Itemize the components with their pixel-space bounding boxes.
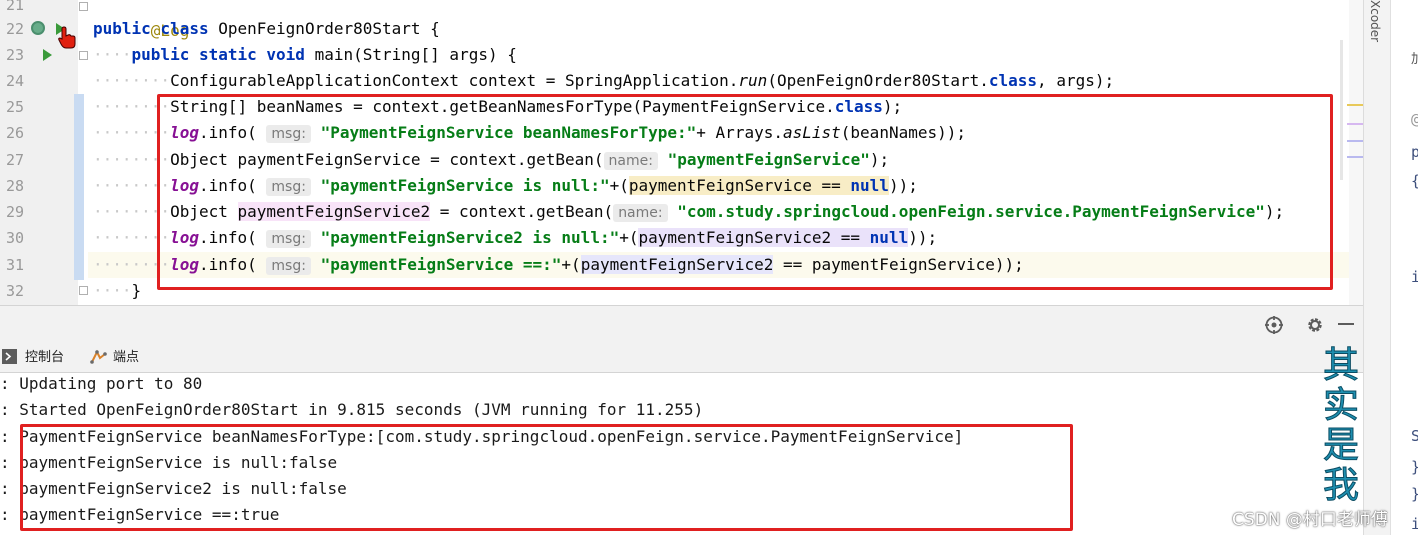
line-number: 25 [5,98,24,116]
edge-text: i [1411,515,1418,533]
endpoints-icon [90,349,107,364]
error-stripe-mark[interactable] [1347,123,1363,125]
debug-gutter-icon[interactable] [31,21,45,35]
method-token: run [738,71,768,90]
tab-label: 端点 [113,350,140,365]
edge-text: { [1411,172,1418,190]
code-line-22: public class OpenFeignOrder80Start { [93,16,440,42]
run-panel-toolbar [0,305,1363,343]
minimize-icon[interactable] [1338,323,1354,325]
editor-scrollbar[interactable] [1349,0,1363,305]
fold-icon[interactable] [79,286,88,295]
line-number: 28 [5,177,24,195]
line-number: 26 [5,124,24,142]
tool-window-label[interactable]: Xcoder [1368,0,1382,42]
code-text: (OpenFeignOrder80Start. [767,71,989,90]
line-number: 24 [5,72,24,90]
edge-text: i [1411,268,1418,286]
keyword-token: public [131,45,190,64]
console-line: : Updating port to 80 [0,374,203,393]
edge-text: p [1411,143,1418,161]
edge-text: S [1411,427,1418,445]
error-stripe-mark[interactable] [1347,140,1363,142]
console-tab-bar: 控制台 端点 [0,343,1363,373]
watermark: CSDN @村口老师傅 [1232,510,1388,530]
vcs-change-marker [74,94,84,280]
code-line-23: ····public static void main(String[] arg… [93,45,517,64]
line-number: 32 [5,282,24,300]
line-number: 31 [5,256,24,274]
edge-text: @ [1411,110,1418,128]
output-annotation-box [20,424,1073,531]
code-text: main(String[] args) { [304,45,517,64]
tab-console[interactable]: 控制台 [2,347,64,369]
console-icon [2,349,17,364]
fold-icon[interactable] [79,51,88,60]
error-stripe-mark[interactable] [1347,156,1363,158]
edge-text: } [1411,485,1418,503]
right-tool-strip: Xcoder [1363,0,1390,535]
code-text: ConfigurableApplicationContext context =… [170,71,739,90]
line-number: 23 [5,46,24,64]
keyword-token: class [160,19,209,38]
gear-icon[interactable] [1305,315,1325,335]
code-line-24: ········ConfigurableApplicationContext c… [93,71,1115,90]
line-number: 29 [5,203,24,221]
keyword-token: class [988,71,1038,90]
decorative-overlay-text: 其实是我 [1323,345,1360,506]
tab-endpoints[interactable]: 端点 [90,347,139,369]
edge-text: } [1411,458,1418,476]
line-number: 27 [5,151,24,169]
code-text: } [131,281,142,300]
editor-scroll-thumb[interactable] [1340,40,1343,180]
keyword-token: void [266,45,305,64]
keyword-token: static [198,45,257,64]
keyword-token: public [93,19,151,38]
run-main-icon[interactable] [43,49,52,61]
edge-text: 加 [1411,52,1418,67]
line-number: 30 [5,229,24,247]
fold-icon[interactable] [79,2,88,11]
code-text: , args); [1037,71,1115,90]
code-line-32: ····} [93,281,142,300]
line-number: 22 [5,20,24,38]
code-annotation-box [157,94,1333,290]
mouse-cursor-icon [58,26,76,49]
tab-label: 控制台 [25,350,65,365]
globe-icon[interactable] [1264,315,1284,335]
code-text: OpenFeignOrder80Start { [208,19,440,38]
error-stripe-mark[interactable] [1347,104,1363,106]
adjacent-editor-edge: 加 @ p { i S } } i [1390,0,1418,535]
console-line: : Started OpenFeignOrder80Start in 9.815… [0,400,704,419]
